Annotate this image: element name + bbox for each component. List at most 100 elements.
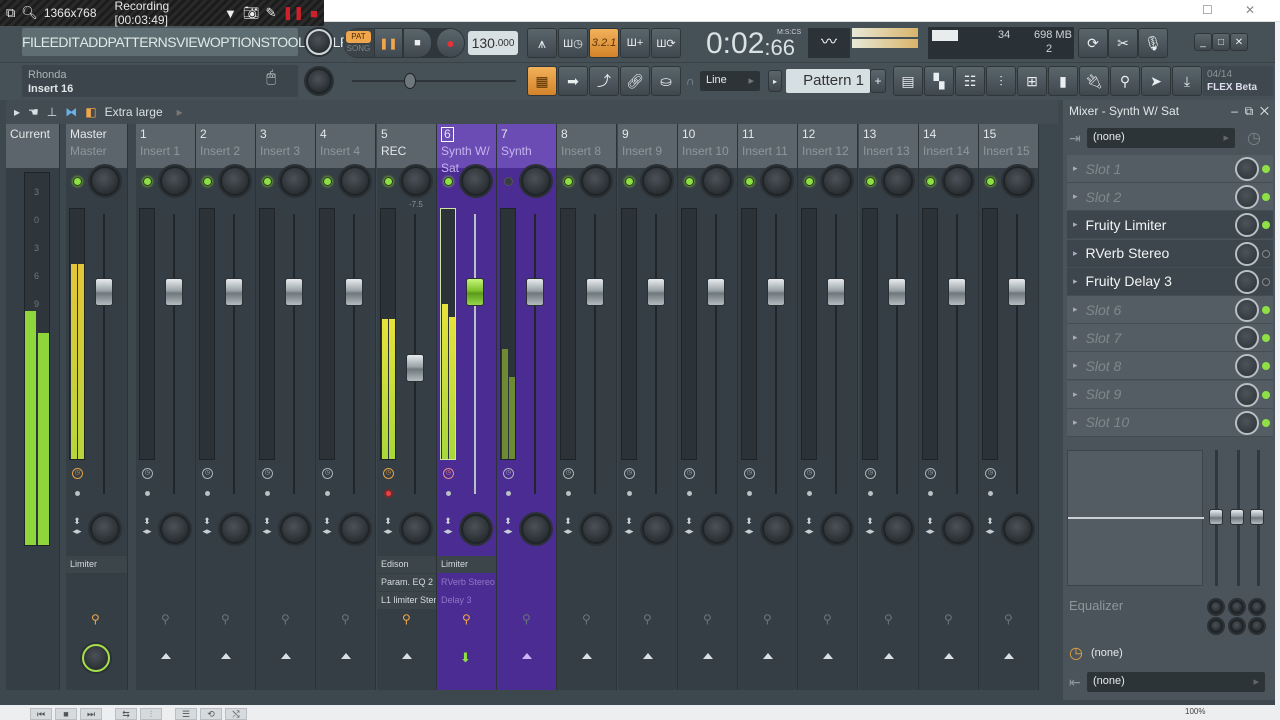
route-bulb-icon[interactable]: ⚲ — [221, 612, 230, 626]
volume-fader-handle[interactable] — [466, 278, 484, 307]
fx-slot[interactable]: ▸ Slot 8 — [1067, 352, 1273, 381]
mixer-channel-5[interactable]: 5 REC -7.5 ◷ ⬍ ◂▸ Edison Param. EQ 2 L1 limiter … — [377, 124, 437, 690]
clock-icon[interactable]: ◷ — [503, 468, 514, 479]
route-bulb-icon[interactable]: ⚲ — [582, 612, 591, 626]
channel-fx-slot[interactable]: Limiter — [437, 556, 496, 573]
size-label[interactable]: Extra large — [105, 105, 163, 119]
stereo-knob[interactable] — [280, 514, 310, 544]
record-arm-dot[interactable] — [325, 491, 330, 496]
menu-options[interactable]: OPTIONS — [210, 34, 270, 50]
piano-roll-button[interactable]: ▚ — [924, 66, 954, 96]
mute-led[interactable] — [203, 177, 212, 186]
route-up-arrow-icon[interactable] — [341, 653, 351, 659]
stereo-knob[interactable] — [762, 514, 792, 544]
fx-enable-led[interactable] — [1262, 221, 1270, 230]
record-arm-dot[interactable] — [627, 491, 632, 496]
clock-icon[interactable]: ◷ — [985, 468, 996, 479]
pattern-selector[interactable]: Pattern 1 — [786, 69, 870, 93]
clock-icon[interactable]: ◷ — [925, 468, 936, 479]
pan-knob[interactable] — [160, 166, 190, 196]
stereo-knob[interactable] — [943, 514, 973, 544]
stereo-knob[interactable] — [642, 514, 672, 544]
stereo-knob[interactable] — [702, 514, 732, 544]
stereo-knob[interactable] — [883, 514, 913, 544]
mixer-channel-13[interactable]: 13 Insert 13 ◷ ⬍ ◂▸ ⚲ — [859, 124, 919, 690]
route-bulb-icon[interactable]: ⚲ — [341, 612, 350, 626]
eq-settings-button[interactable]: ⫶ — [140, 708, 162, 720]
record-arm-dot[interactable] — [205, 491, 210, 496]
size-toggle-icon[interactable]: ◧ — [85, 105, 96, 119]
channel-header[interactable]: Master Master — [66, 124, 127, 168]
mute-led[interactable] — [986, 177, 995, 186]
main-pitch-slider-handle[interactable] — [404, 73, 416, 89]
channel-fx-slot[interactable]: L1 limiter Stereo — [377, 592, 436, 609]
mixer-channel-3[interactable]: 3 Insert 3 ◷ ⬍ ◂▸ ⚲ — [256, 124, 316, 690]
route-bulb-icon[interactable]: ⚲ — [522, 612, 531, 626]
pencil-icon[interactable]: ✎ — [265, 5, 276, 21]
dropdown-icon[interactable]: ▼ — [224, 6, 237, 21]
record-button[interactable]: ● — [435, 28, 465, 58]
pan-knob[interactable] — [762, 166, 792, 196]
menu-add[interactable]: ADD — [79, 34, 108, 50]
mixer-channel-12[interactable]: 12 Insert 12 ◷ ⬍ ◂▸ ⚲ — [798, 124, 858, 690]
channel-header[interactable]: 4 Insert 4 — [316, 124, 375, 168]
route-bulb-icon[interactable]: ⚲ — [703, 612, 712, 626]
pan-knob[interactable] — [822, 166, 852, 196]
route-bulb-icon[interactable]: ⚲ — [462, 612, 471, 626]
route-bulb-icon[interactable]: ⚲ — [91, 612, 100, 626]
expand-arrow-icon[interactable]: ▸ — [1073, 163, 1078, 174]
stereo-knob[interactable] — [220, 514, 250, 544]
route-up-arrow-icon[interactable] — [402, 653, 412, 659]
eq-high-handle[interactable] — [1250, 509, 1264, 525]
record-arm-dot[interactable] — [446, 491, 451, 496]
panel-restore-icon[interactable]: ⧉ — [1245, 104, 1254, 118]
pan-knob[interactable] — [581, 166, 611, 196]
clock-icon[interactable]: ◷ — [744, 468, 755, 479]
fx-mix-knob[interactable] — [1235, 326, 1259, 351]
news-panel[interactable]: 04/14 FLEX Beta — [1203, 66, 1273, 96]
tempo-display[interactable]: 130.000 — [468, 31, 518, 55]
pan-knob[interactable] — [220, 166, 250, 196]
record-arm-dot[interactable] — [928, 491, 933, 496]
fx-enable-led[interactable] — [1262, 418, 1270, 427]
channel-fx-slot[interactable]: Param. EQ 2 — [377, 574, 436, 591]
panel-minimize-icon[interactable]: – — [1231, 104, 1238, 118]
bottom-stop-button[interactable]: ■ — [55, 708, 77, 720]
mute-led[interactable] — [926, 177, 935, 186]
fx-enable-led[interactable] — [1262, 362, 1270, 371]
volume-fader-handle[interactable] — [948, 278, 966, 307]
volume-fader-handle[interactable] — [165, 278, 183, 307]
fx-mix-knob[interactable] — [1235, 410, 1259, 435]
mixer-button[interactable]: ⫶ — [986, 66, 1016, 96]
master-send-knob[interactable] — [82, 644, 110, 672]
stereo-separation-icon[interactable]: ⬍ ◂▸ — [382, 516, 394, 536]
mixer-channel-2[interactable]: 2 Insert 2 ◷ ⬍ ◂▸ ⚲ — [196, 124, 256, 690]
pan-knob[interactable] — [883, 166, 913, 196]
fx-enable-led[interactable] — [1262, 334, 1270, 343]
mixer-channel-10[interactable]: 10 Insert 10 ◷ ⬍ ◂▸ ⚲ — [678, 124, 738, 690]
download-button[interactable]: ⤓ — [1172, 66, 1202, 96]
expand-arrow-icon[interactable]: ▸ — [1073, 191, 1078, 202]
channel-header[interactable]: 8 Insert 8 — [557, 124, 616, 168]
hand-tool-icon[interactable]: ☚ — [28, 105, 39, 119]
mute-led[interactable] — [685, 177, 694, 186]
undo-history-button[interactable]: ⟳ — [1078, 28, 1108, 58]
maximize-button[interactable]: □ — [1212, 33, 1230, 51]
anchor-icon[interactable]: ⊥ — [47, 105, 57, 119]
route-up-arrow-icon[interactable] — [582, 653, 592, 659]
route-bulb-icon[interactable]: ⚲ — [402, 612, 411, 626]
mute-led[interactable] — [805, 177, 814, 186]
fx-enable-led[interactable] — [1262, 193, 1270, 202]
plugin-database-button[interactable]: 🔌︎ — [1079, 66, 1109, 96]
pan-knob[interactable] — [521, 166, 551, 196]
stereo-knob[interactable] — [822, 514, 852, 544]
fx-enable-led[interactable] — [1262, 306, 1270, 314]
pan-knob[interactable] — [401, 166, 431, 196]
eq-low-handle[interactable] — [1209, 509, 1223, 525]
fx-slot[interactable]: ▸ Fruity Limiter — [1067, 211, 1273, 240]
mute-led[interactable] — [263, 177, 272, 186]
eq-mid-bw-knob[interactable] — [1230, 619, 1244, 633]
panel-close-icon[interactable]: ✕ — [1260, 104, 1269, 118]
countdown-button[interactable]: 3.2.1 — [589, 28, 619, 58]
record-arm-dot[interactable] — [868, 491, 873, 496]
